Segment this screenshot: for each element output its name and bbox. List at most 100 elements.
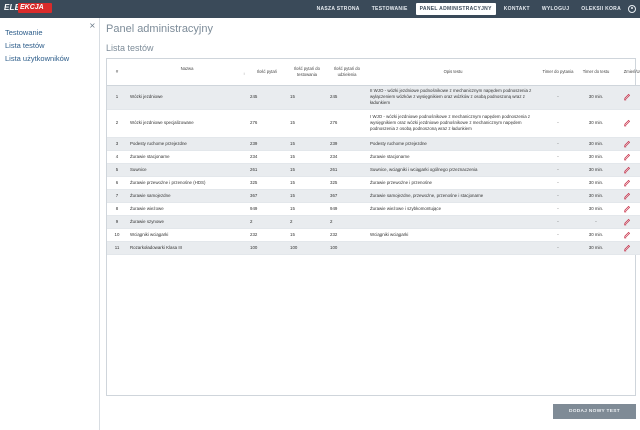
table-row[interactable]: 3 Podesty ruchome przejezdne 239 15 239 Podes…	[107, 137, 640, 151]
cell-questions-to-answer: 245	[327, 85, 367, 110]
cell-question-count: 232	[247, 228, 287, 242]
nav-kontakt[interactable]: KONTAKT	[500, 3, 534, 15]
header-questions-to-test[interactable]: Ilość pytań do testowania	[287, 59, 327, 86]
cell-actions	[615, 215, 640, 229]
add-new-test-button[interactable]: DODAJ NOWY TEST	[553, 404, 636, 419]
cell-description: II WJO - wózki jezdniowe podnośnikowe z …	[367, 85, 539, 110]
pencil-icon[interactable]	[623, 192, 631, 200]
cell-actions	[615, 137, 640, 151]
page-title: Panel administracyjny	[106, 23, 213, 35]
cell-index: 7	[107, 189, 127, 203]
cell-test-timer: 30 min.	[577, 137, 615, 151]
cell-test-timer: 30 min.	[577, 176, 615, 190]
table-row[interactable]: 11 Rozarkoładowarki Klasa III 100 100 100-30…	[107, 241, 640, 255]
cell-name: Wózki jezdniowe specjalizowane	[127, 109, 247, 138]
cell-test-timer: 30 min.	[577, 85, 615, 110]
table-row[interactable]: 10 Wciągniki wciągarki 232 15 232 Wciągniki w…	[107, 228, 640, 242]
logo-badge: EKCJA	[18, 3, 52, 13]
cell-questions-to-test: 15	[287, 137, 327, 151]
cell-index: 1	[107, 85, 127, 110]
pencil-icon[interactable]	[623, 93, 631, 101]
cell-test-timer: 30 min.	[577, 228, 615, 242]
sort-icon[interactable]: ↕	[129, 71, 245, 77]
cell-name: Żurawie szynowe	[127, 215, 247, 229]
cell-description: Wciągniki wciągarki	[367, 228, 539, 242]
sidebar-item-testowanie[interactable]: Testowanie	[5, 28, 43, 37]
cell-questions-to-test: 15	[287, 228, 327, 242]
cell-questions-to-test: 15	[287, 163, 327, 177]
cell-index: 10	[107, 228, 127, 242]
cell-question-count: 276	[247, 109, 287, 138]
user-icon[interactable]	[628, 5, 636, 13]
cell-questions-to-answer: 100	[327, 241, 367, 255]
header-questions-to-answer[interactable]: Ilość pytań do udzielenia	[327, 59, 367, 86]
pencil-icon[interactable]	[623, 166, 631, 174]
pencil-icon[interactable]	[623, 179, 631, 187]
nav-nasza-strona[interactable]: NASZA STRONA	[313, 3, 364, 15]
cell-test-timer: 30 min.	[577, 163, 615, 177]
cell-question-count: 100	[247, 241, 287, 255]
cell-question-count: 245	[247, 85, 287, 110]
header-question-count[interactable]: Ilość pytań	[247, 59, 287, 86]
cell-index: 8	[107, 202, 127, 216]
cell-name: Wciągniki wciągarki	[127, 228, 247, 242]
cell-questions-to-answer: 234	[327, 150, 367, 164]
cell-description: Żurawie samojezdne, przewożne, przenośne…	[367, 189, 539, 203]
cell-name: Żurawie wieżowe	[127, 202, 247, 216]
table-row[interactable]: 9 Żurawie szynowe 2 2 2- -	[107, 215, 640, 229]
table-row[interactable]: 7 Żurawie samojezdne 367 15 367 Żurawie samoj…	[107, 189, 640, 203]
cell-name: Podesty ruchome przejezdne	[127, 137, 247, 151]
pencil-icon[interactable]	[623, 153, 631, 161]
table-row[interactable]: 1 Wózki jezdniowe 245 15 245 II WJO - wózki j…	[107, 85, 640, 110]
cell-description	[367, 241, 539, 255]
cell-questions-to-answer: 367	[327, 189, 367, 203]
cell-questions-to-answer: 949	[327, 202, 367, 216]
cell-index: 9	[107, 215, 127, 229]
cell-name: Żurawie stacjonarne	[127, 150, 247, 164]
cell-description: Żurawie przewożne i przenośne	[367, 176, 539, 190]
logo[interactable]: ELE EKCJA	[4, 3, 52, 15]
sidebar-close-icon[interactable]: ×	[89, 21, 96, 30]
table-row[interactable]: 4 Żurawie stacjonarne 234 15 234 Żurawie stac…	[107, 150, 640, 164]
cell-questions-to-answer: 2	[327, 215, 367, 229]
tests-table-container: # Nazwa ↕ Ilość pytań Ilość pytań do test…	[106, 58, 640, 396]
header-name[interactable]: Nazwa ↕	[127, 59, 247, 86]
cell-question-count: 2	[247, 215, 287, 229]
pencil-icon[interactable]	[623, 140, 631, 148]
table-row[interactable]: 2 Wózki jezdniowe specjalizowane 276 15 276 I…	[107, 109, 640, 138]
nav-panel-administracyjny[interactable]: PANEL ADMINISTRACYJNY	[415, 3, 496, 15]
logo-text-right: EKCJA	[20, 4, 44, 11]
cell-description: Żurawie wieżowe i szybkomontujące	[367, 202, 539, 216]
cell-question-timer: -	[539, 202, 577, 216]
table-row[interactable]: 5 Suwnice 261 15 261 Suwnice, wciągniki i wci…	[107, 163, 640, 177]
nav-user-name[interactable]: OLEKSII KORA	[577, 3, 625, 15]
sidebar-item-lista-testow[interactable]: Lista testów	[5, 41, 45, 50]
sidebar-item-lista-uzytkownikow[interactable]: Lista użytkowników	[5, 54, 69, 63]
cell-actions	[615, 109, 640, 138]
cell-questions-to-test: 100	[287, 241, 327, 255]
header-test-timer[interactable]: Timer do testu	[577, 59, 615, 86]
cell-questions-to-test: 15	[287, 176, 327, 190]
pencil-icon[interactable]	[623, 218, 631, 226]
pencil-icon[interactable]	[623, 119, 631, 127]
pencil-icon[interactable]	[623, 205, 631, 213]
nav-menu: NASZA STRONA TESTOWANIE PANEL ADMINISTRA…	[309, 0, 636, 18]
nav-wyloguj[interactable]: WYLOGUJ	[538, 3, 573, 15]
table-row[interactable]: 6 Żurawie przewożne i przenośne (HDS) 325 1…	[107, 176, 640, 190]
cell-question-timer: -	[539, 189, 577, 203]
header-question-timer[interactable]: Timer do pytania	[539, 59, 577, 86]
pencil-icon[interactable]	[623, 231, 631, 239]
cell-test-timer: 30 min.	[577, 150, 615, 164]
table-row[interactable]: 8 Żurawie wieżowe 949 15 949 Żurawie wieżowe …	[107, 202, 640, 216]
header-description[interactable]: Opis testu	[367, 59, 539, 86]
pencil-icon[interactable]	[623, 244, 631, 252]
nav-testowanie[interactable]: TESTOWANIE	[368, 3, 412, 15]
cell-questions-to-test: 15	[287, 85, 327, 110]
cell-questions-to-test: 15	[287, 150, 327, 164]
cell-test-timer: 30 min.	[577, 189, 615, 203]
cell-index: 3	[107, 137, 127, 151]
cell-actions	[615, 150, 640, 164]
cell-question-timer: -	[539, 109, 577, 138]
table-header-row: # Nazwa ↕ Ilość pytań Ilość pytań do test…	[107, 59, 640, 86]
header-index[interactable]: #	[107, 59, 127, 86]
